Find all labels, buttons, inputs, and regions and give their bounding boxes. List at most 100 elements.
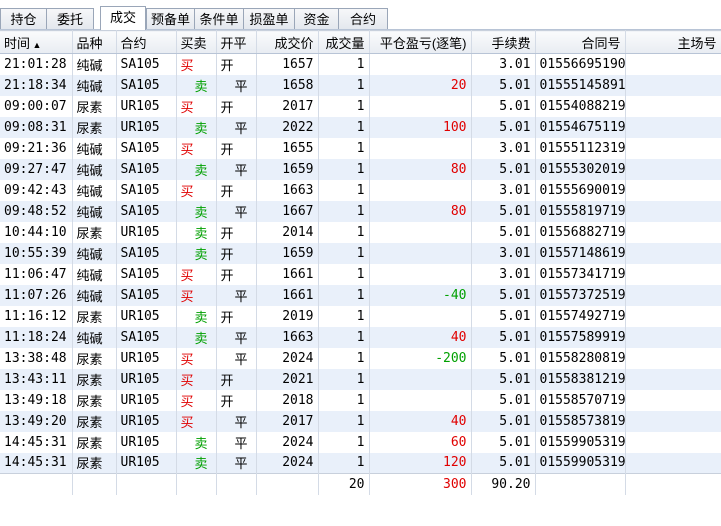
column-header-close-pnl[interactable]: 平仓盈亏(逐笔) bbox=[369, 30, 472, 54]
table-row[interactable]: 09:00:07尿素UR105买开20171 5.0101554088219025… bbox=[0, 95, 721, 117]
cell-price: 2024 bbox=[256, 452, 319, 474]
cell-direction: 卖 bbox=[176, 452, 217, 474]
total-close-pnl: 300 bbox=[369, 473, 472, 495]
cell-contract: UR105 bbox=[116, 95, 177, 117]
tab-positions[interactable]: 持仓 bbox=[0, 8, 47, 29]
cell-close-pnl: 120 bbox=[369, 452, 472, 474]
total-empty-cell bbox=[0, 473, 73, 495]
cell-fee: 5.01 bbox=[471, 368, 536, 390]
table-row[interactable]: 13:43:11尿素UR105买开20211 5.0101558381219060… bbox=[0, 368, 721, 390]
cell-exchange-no bbox=[625, 263, 721, 285]
tab-trades[interactable]: 成交 bbox=[100, 6, 146, 30]
table-row[interactable]: 21:18:34纯碱SA105卖平16581205.01015551458919… bbox=[0, 74, 721, 96]
table-row[interactable]: 09:27:47纯碱SA105卖平16591805.01015553020190… bbox=[0, 158, 721, 180]
cell-price: 1659 bbox=[256, 242, 319, 264]
cell-direction: 买 bbox=[176, 179, 217, 201]
column-header-contract[interactable]: 合约 bbox=[116, 30, 177, 54]
tab-contracts[interactable]: 合约 bbox=[338, 8, 388, 29]
cell-volume: 1 bbox=[318, 368, 370, 390]
cell-direction: 买 bbox=[176, 263, 217, 285]
cell-open-close: 平 bbox=[216, 431, 257, 453]
cell-close-pnl: 80 bbox=[369, 200, 472, 222]
cell-contract: SA105 bbox=[116, 326, 177, 348]
column-header-direction[interactable]: 买卖 bbox=[176, 30, 217, 54]
cell-variety: 尿素 bbox=[72, 305, 117, 327]
cell-open-close: 开 bbox=[216, 263, 257, 285]
table-row[interactable]: 09:42:43纯碱SA105买开16631 3.0101555690019040… bbox=[0, 179, 721, 201]
column-header-time[interactable]: 时间 ▲ bbox=[0, 30, 73, 54]
cell-direction: 卖 bbox=[176, 221, 217, 243]
tab-stop-orders[interactable]: 损盈单 bbox=[243, 8, 295, 29]
column-header-variety[interactable]: 品种 bbox=[72, 30, 117, 54]
cell-contract-no: 015558197190414587​4 bbox=[535, 200, 626, 222]
cell-close-pnl: 100 bbox=[369, 116, 472, 138]
cell-close-pnl bbox=[369, 242, 472, 264]
total-empty-cell bbox=[116, 473, 177, 495]
table-row[interactable]: 09:21:36纯碱SA105买开16551 3.0101555112319035… bbox=[0, 137, 721, 159]
table-row[interactable]: 09:48:52纯碱SA105卖平16671805.01015558197190… bbox=[0, 200, 721, 222]
table-row[interactable]: 13:49:18尿素UR105买开20181 5.0101558570719061… bbox=[0, 389, 721, 411]
cell-fee: 5.01 bbox=[471, 74, 536, 96]
column-header-label: 手续费 bbox=[491, 35, 531, 51]
table-row[interactable]: 11:07:26 纯碱 SA105 买平 1661 1 -40 5.01 01557372519… bbox=[0, 284, 721, 306]
table-row[interactable]: 10:44:10尿素UR105卖开20141 5.0101556882719048… bbox=[0, 221, 721, 243]
tab-bar: 持仓 委托 成交 预备单 条件单 损盈单 资金 合约 bbox=[0, 0, 721, 30]
column-header-exchange-no[interactable]: 主场号 bbox=[625, 30, 721, 54]
column-header-fee[interactable]: 手续费 bbox=[471, 30, 536, 54]
table-header-row: 时间 ▲ 品种 合约 买卖 开平 成交价 成交量 平仓盈亏(逐笔) 手续费 合同号 主场号 bbox=[0, 30, 721, 54]
cell-volume: 1 bbox=[318, 221, 370, 243]
table-row[interactable]: 11:16:12尿素UR105卖开20191 5.0101557492719054… bbox=[0, 305, 721, 327]
column-header-price[interactable]: 成交价 bbox=[256, 30, 319, 54]
cell-price: 1661 bbox=[256, 263, 319, 285]
table-row[interactable]: 13:38:48 尿素 UR105 买平 2024 1 -200 5.01 0155828081… bbox=[0, 347, 721, 369]
cell-exchange-no bbox=[625, 305, 721, 327]
table-row[interactable]: 13:49:20尿素UR105买平20171405.01015585738190… bbox=[0, 410, 721, 432]
tab-funds[interactable]: 资金 bbox=[294, 8, 339, 29]
tab-orders[interactable]: 委托 bbox=[46, 8, 94, 29]
cell-time: 09:21:36 bbox=[0, 137, 73, 159]
cell-contract-no: 015553020190374611​9 bbox=[535, 158, 626, 180]
cell-exchange-no bbox=[625, 95, 721, 117]
cell-variety: 尿素 bbox=[72, 368, 117, 390]
cell-open-close: 开 bbox=[216, 242, 257, 264]
cell-price: 2017 bbox=[256, 410, 319, 432]
cell-price: 2018 bbox=[256, 389, 319, 411]
cell-close-pnl: 60 bbox=[369, 431, 472, 453]
cell-close-pnl bbox=[369, 305, 472, 327]
cell-time: 10:55:39 bbox=[0, 242, 73, 264]
table-row[interactable]: 14:45:31 尿素 UR105 卖平 2024 1 120 5.01 01559905319… bbox=[0, 452, 721, 474]
column-header-volume[interactable]: 成交量 bbox=[318, 30, 370, 54]
sort-ascending-icon: ▲ bbox=[30, 39, 42, 50]
cell-direction: 买 bbox=[176, 284, 217, 306]
column-header-open-close[interactable]: 开平 bbox=[216, 30, 257, 54]
cell-direction: 买 bbox=[176, 137, 217, 159]
cell-volume: 1 bbox=[318, 179, 370, 201]
cell-time: 09:42:43 bbox=[0, 179, 73, 201]
tab-conditional-orders[interactable]: 条件单 bbox=[194, 8, 244, 29]
table-row[interactable]: 14:45:31尿素UR105卖平20241605.01015599053190… bbox=[0, 431, 721, 453]
cell-direction: 买 bbox=[176, 389, 217, 411]
cell-time: 13:43:11 bbox=[0, 368, 73, 390]
cell-contract: SA105 bbox=[116, 158, 177, 180]
cell-fee: 5.01 bbox=[471, 452, 536, 474]
tab-prepared-orders[interactable]: 预备单 bbox=[146, 8, 195, 29]
table-row[interactable]: 21:01:28纯碱SA105买开16571 3.0101556695190015… bbox=[0, 53, 721, 75]
trades-table: 时间 ▲ 品种 合约 买卖 开平 成交价 成交量 平仓盈亏(逐笔) 手续费 合同号 主场号 21:0… bbox=[0, 30, 721, 495]
table-row[interactable]: 11:06:47纯碱SA105买开16611 3.0101557341719052… bbox=[0, 263, 721, 285]
cell-close-pnl bbox=[369, 389, 472, 411]
table-row[interactable]: 11:18:24纯碱SA105卖平16631405.01015575899190… bbox=[0, 326, 721, 348]
table-row[interactable]: 09:08:31 尿素 UR105 卖平 2022 1 100 5.01 01554675119… bbox=[0, 116, 721, 138]
cell-contract: SA105 bbox=[116, 137, 177, 159]
cell-price: 1655 bbox=[256, 137, 319, 159]
table-row[interactable]: 10:55:39纯碱SA105卖开16591 3.0101557148619050… bbox=[0, 242, 721, 264]
cell-volume: 1 bbox=[318, 431, 370, 453]
cell-contract: SA105 bbox=[116, 74, 177, 96]
column-header-contract-no[interactable]: 合同号 bbox=[535, 30, 626, 54]
cell-variety: 尿素 bbox=[72, 116, 117, 138]
cell-volume: 1 bbox=[318, 347, 370, 369]
cell-open-close: 开 bbox=[216, 221, 257, 243]
cell-open-close: 平 bbox=[216, 410, 257, 432]
cell-direction: 买 bbox=[176, 95, 217, 117]
cell-fee: 5.01 bbox=[471, 410, 536, 432]
cell-volume: 1 bbox=[318, 137, 370, 159]
